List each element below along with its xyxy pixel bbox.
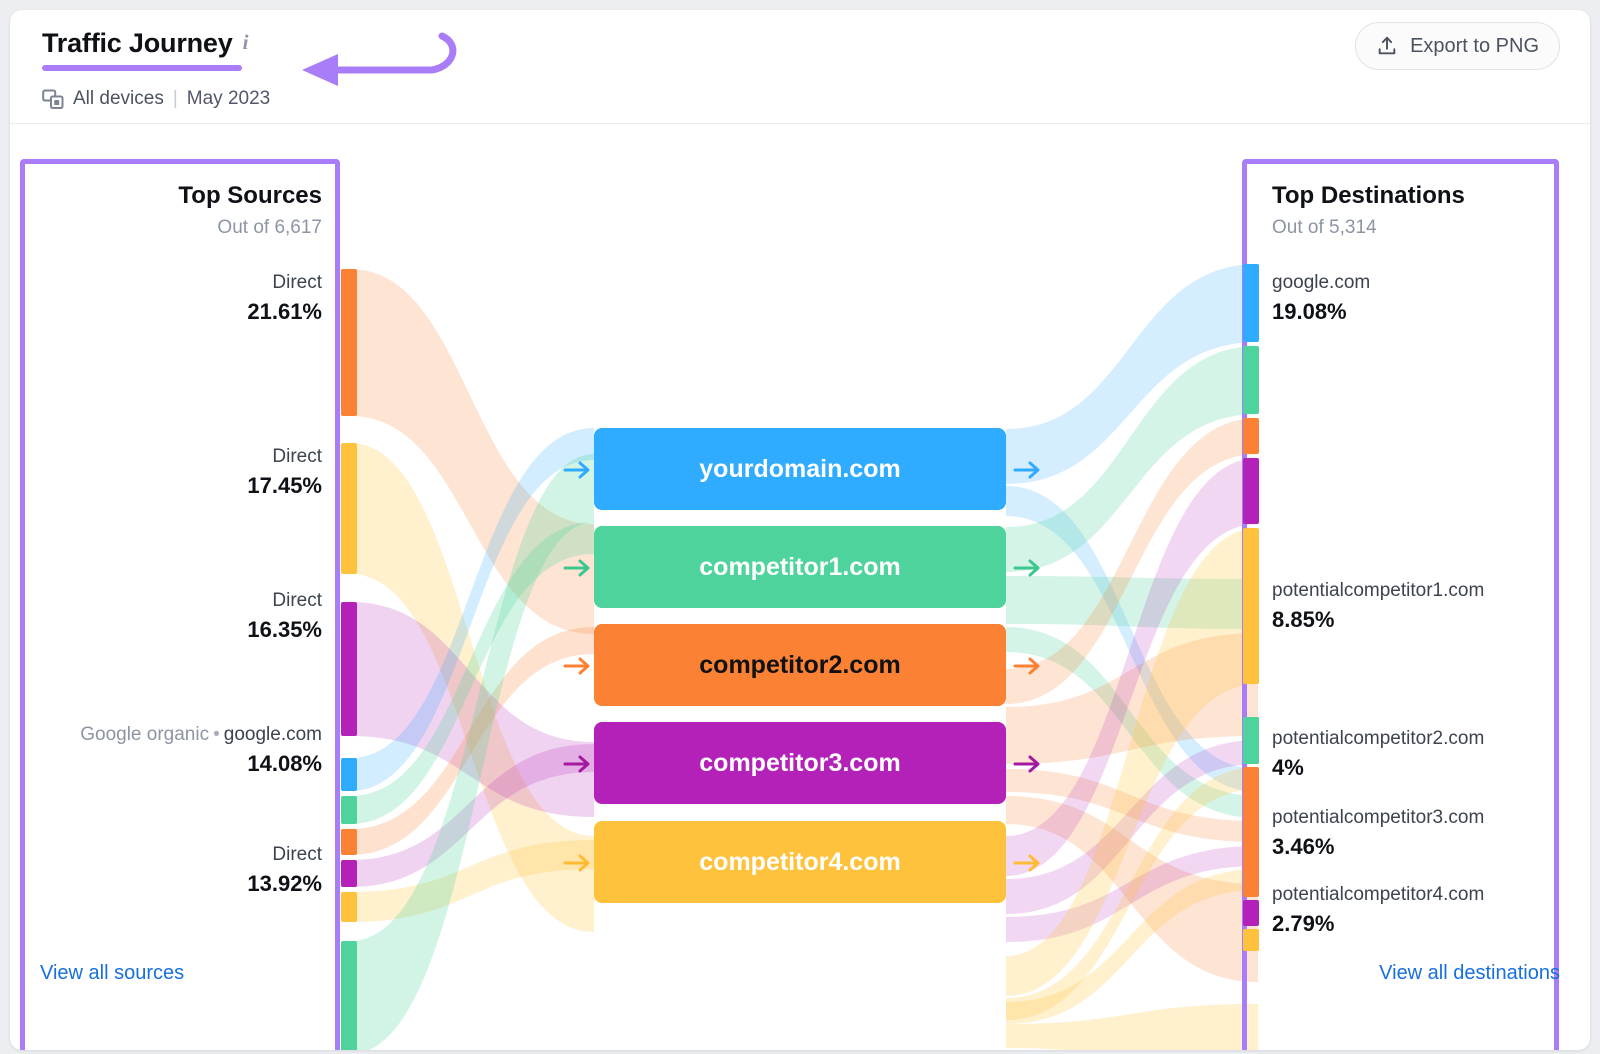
destination-bar-google-orange[interactable] [1243, 418, 1259, 454]
destination-bar-pc1-c[interactable] [1243, 900, 1259, 926]
outbound-arrow-icon-yourdomain [1012, 458, 1044, 482]
destination-label-5: potentialcompetitor4.com 2.79% [1272, 884, 1572, 937]
annotation-arrow-icon [292, 28, 462, 88]
devices-label: All devices [73, 88, 164, 110]
upload-icon [1376, 35, 1398, 57]
source-name-2: Direct [10, 446, 322, 468]
all-devices-icon [42, 88, 64, 110]
destination-name-3: potentialcompetitor2.com [1272, 728, 1572, 750]
destination-bar-google-yellow[interactable] [1243, 528, 1259, 684]
destination-bar-pc1-b[interactable] [1243, 767, 1259, 897]
source-bar-4d[interactable] [341, 860, 357, 887]
source-label-3: Direct 16.35% [10, 590, 322, 643]
top-sources-header: Top Sources Out of 6,617 [10, 182, 322, 239]
top-sources-title: Top Sources [10, 182, 322, 210]
inbound-arrow-icon-competitor2 [562, 654, 594, 678]
source-label-1: Direct 21.61% [10, 272, 322, 325]
node-competitor2[interactable]: competitor2.com [594, 624, 1006, 706]
source-bar-4e[interactable] [341, 892, 357, 922]
title-row: Traffic Journey i [42, 28, 248, 59]
source-pct-1: 21.61% [10, 299, 322, 325]
destination-bar-google-purple[interactable] [1243, 458, 1259, 524]
node-competitor1[interactable]: competitor1.com [594, 526, 1006, 608]
node-competitor2-label: competitor2.com [699, 651, 900, 680]
source-name-1: Direct [10, 272, 322, 294]
source-bar-4b[interactable] [341, 796, 357, 824]
destination-bar-pc1-d[interactable] [1243, 929, 1259, 951]
source-site-4: google.com [224, 724, 322, 745]
destination-label-1: google.com 19.08% [1272, 272, 1572, 325]
source-bar-3[interactable] [341, 602, 357, 736]
destination-pct-4: 3.46% [1272, 834, 1572, 860]
destination-pct-3: 4% [1272, 755, 1572, 781]
inbound-arrow-icon-competitor4 [562, 851, 594, 875]
destination-bar-google-blue[interactable] [1243, 264, 1259, 342]
source-bar-2[interactable] [341, 443, 357, 574]
node-competitor3[interactable]: competitor3.com [594, 722, 1006, 804]
top-destinations-title: Top Destinations [1272, 182, 1572, 210]
destination-bar-google-green[interactable] [1243, 346, 1259, 414]
source-pct-4: 14.08% [10, 751, 322, 777]
destination-name-5: potentialcompetitor4.com [1272, 884, 1572, 906]
source-bar-1[interactable] [341, 269, 357, 416]
destination-pct-2: 8.85% [1272, 607, 1572, 633]
title-underline-annotation [42, 65, 242, 71]
view-all-sources-link[interactable]: View all sources [40, 962, 184, 985]
outbound-arrow-icon-competitor4 [1012, 851, 1044, 875]
source-pct-2: 17.45% [10, 473, 322, 499]
top-destinations-subtitle: Out of 5,314 [1272, 217, 1572, 239]
node-competitor4-label: competitor4.com [699, 848, 900, 877]
source-name-3: Direct [10, 590, 322, 612]
sankey-body: Top Sources Out of 6,617 Direct 21.61% D… [10, 124, 1590, 1050]
bullet-icon: • [209, 724, 224, 745]
node-competitor1-label: competitor1.com [699, 553, 900, 582]
source-pct-3: 16.35% [10, 617, 322, 643]
meta-row: All devices | May 2023 [42, 88, 270, 110]
top-destinations-header: Top Destinations Out of 5,314 [1272, 182, 1572, 239]
source-label-4: Google organic•google.com 14.08% [10, 724, 322, 777]
screenshot-root: Traffic Journey i All devices | May 2023 [0, 0, 1600, 1054]
traffic-journey-card: Traffic Journey i All devices | May 2023 [10, 10, 1590, 1050]
source-bar-5[interactable] [341, 941, 357, 1050]
source-bar-4c[interactable] [341, 829, 357, 855]
destination-label-3: potentialcompetitor2.com 4% [1272, 728, 1572, 781]
view-all-destinations-link[interactable]: View all destinations [1379, 962, 1560, 985]
inbound-arrow-icon-competitor1 [562, 556, 594, 580]
source-label-2: Direct 17.45% [10, 446, 322, 499]
destination-name-1: google.com [1272, 272, 1572, 294]
info-icon[interactable]: i [243, 32, 249, 55]
export-to-png-label: Export to PNG [1410, 35, 1539, 58]
outbound-arrow-icon-competitor1 [1012, 556, 1044, 580]
destination-bar-pc1-a[interactable] [1243, 717, 1259, 764]
destination-name-2: potentialcompetitor1.com [1272, 580, 1572, 602]
date-label: May 2023 [187, 88, 270, 110]
source-name-4: Google organic•google.com [10, 724, 322, 746]
export-to-png-button[interactable]: Export to PNG [1355, 22, 1560, 70]
destination-label-4: potentialcompetitor3.com 3.46% [1272, 807, 1572, 860]
node-competitor3-label: competitor3.com [699, 749, 900, 778]
top-sources-subtitle: Out of 6,617 [10, 217, 322, 239]
page-title: Traffic Journey [42, 28, 233, 59]
source-bar-4a[interactable] [341, 758, 357, 791]
source-name-5: Direct [10, 844, 322, 866]
node-yourdomain-label: yourdomain.com [699, 455, 900, 484]
card-header: Traffic Journey i All devices | May 2023 [10, 10, 1590, 124]
source-label-5: Direct 13.92% [10, 844, 322, 897]
source-channel-4: Google organic [80, 724, 209, 745]
meta-separator: | [173, 88, 178, 110]
inbound-arrow-icon-competitor3 [562, 752, 594, 776]
destination-pct-1: 19.08% [1272, 299, 1572, 325]
destination-label-2: potentialcompetitor1.com 8.85% [1272, 580, 1572, 633]
outbound-arrow-icon-competitor3 [1012, 752, 1044, 776]
destination-pct-5: 2.79% [1272, 911, 1572, 937]
outbound-arrow-icon-competitor2 [1012, 654, 1044, 678]
node-competitor4[interactable]: competitor4.com [594, 821, 1006, 903]
destination-name-4: potentialcompetitor3.com [1272, 807, 1572, 829]
source-pct-5: 13.92% [10, 871, 322, 897]
node-yourdomain[interactable]: yourdomain.com [594, 428, 1006, 510]
inbound-arrow-icon-yourdomain [562, 458, 594, 482]
